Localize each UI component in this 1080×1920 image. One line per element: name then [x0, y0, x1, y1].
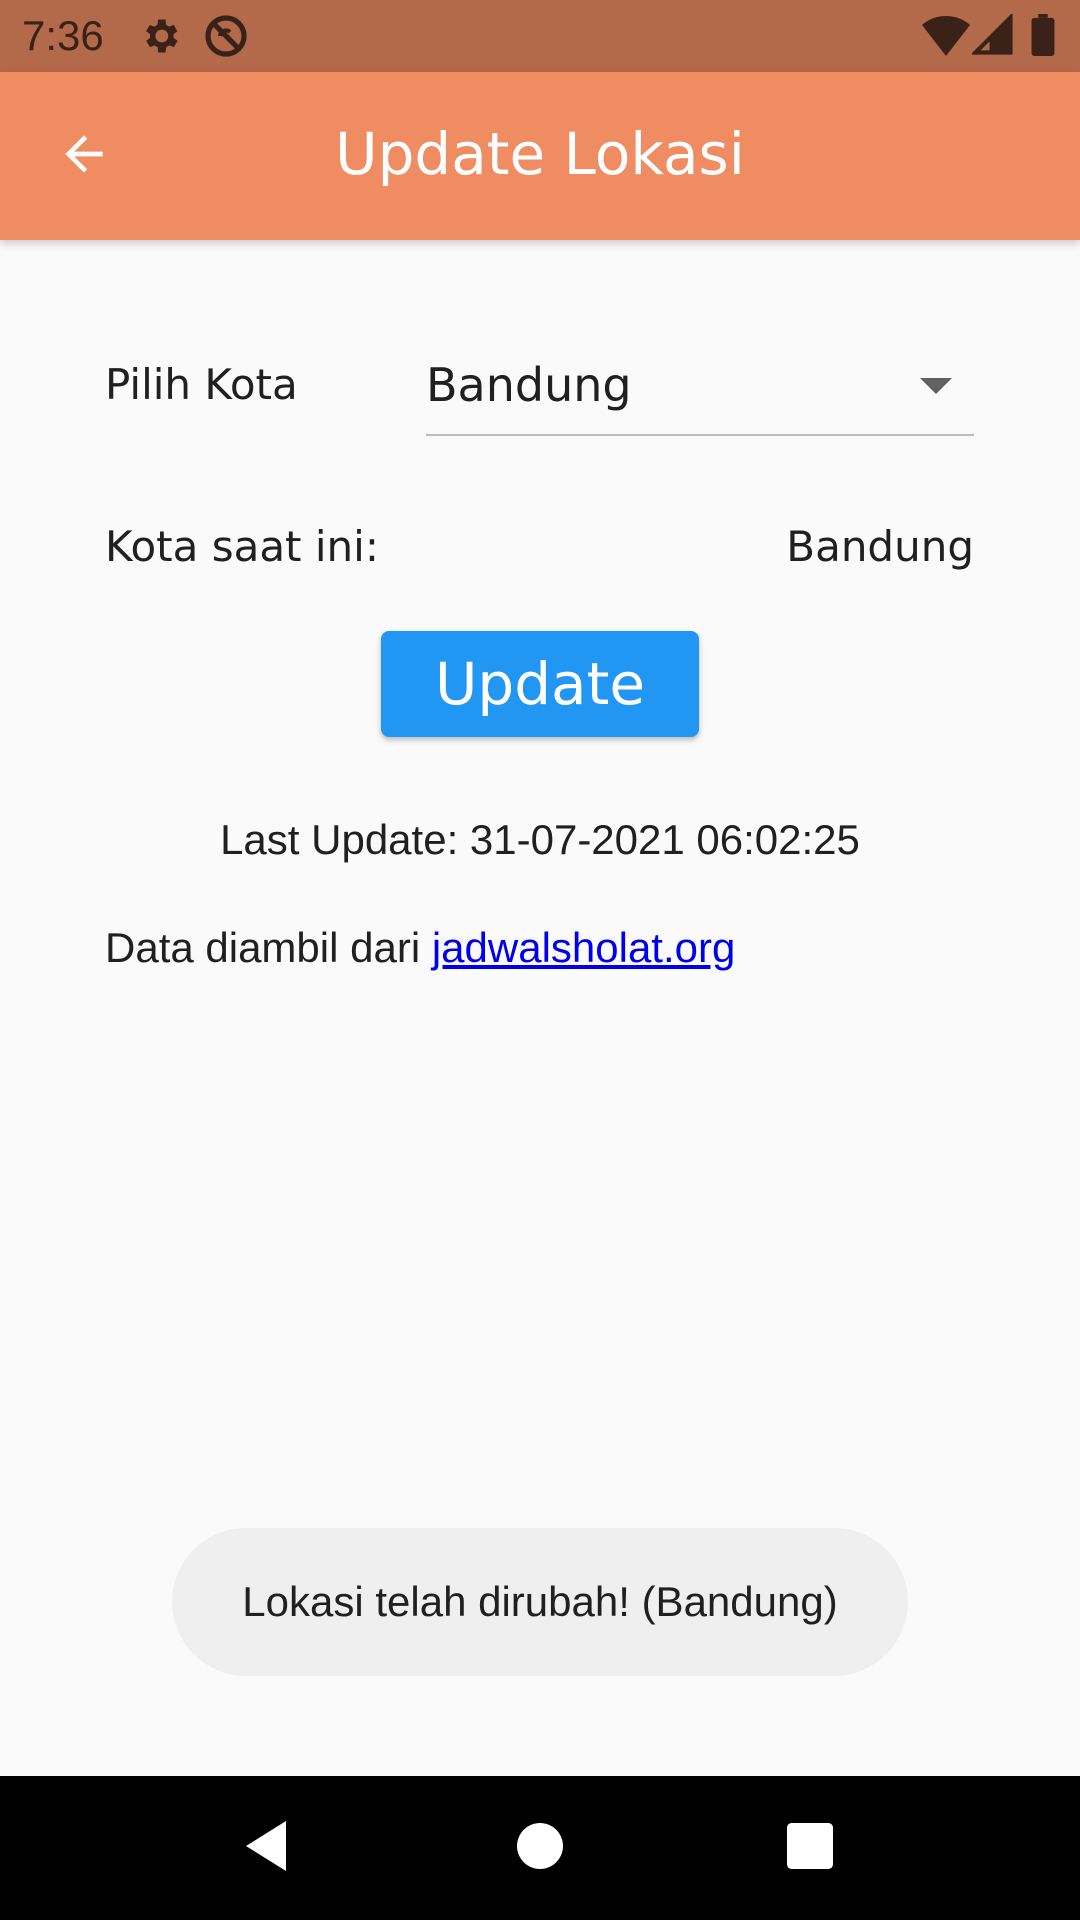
- back-triangle-icon: [241, 1818, 291, 1878]
- data-source-text: Data diambil dari jadwalsholat.org: [105, 924, 735, 972]
- toast-message: Lokasi telah dirubah! (Bandung): [172, 1528, 908, 1676]
- data-source-prefix: Data diambil dari: [105, 924, 421, 971]
- status-time: 7:36: [22, 12, 104, 59]
- recents-square-icon: [787, 1823, 833, 1873]
- data-source-link[interactable]: jadwalsholat.org: [432, 924, 736, 971]
- wifi-icon: [922, 14, 970, 60]
- city-dropdown[interactable]: Bandung: [426, 348, 974, 436]
- city-dropdown-value: Bandung: [426, 358, 632, 412]
- city-select-label: Pilih Kota: [105, 360, 298, 409]
- screen: 7:36 Update Lokasi Pilih Kota Bandung Ko…: [0, 0, 1080, 1920]
- nav-recents-button[interactable]: [760, 1798, 860, 1898]
- last-update-text: Last Update: 31-07-2021 06:02:25: [220, 816, 860, 863]
- current-city-value: Bandung: [786, 522, 974, 571]
- gear-icon: [138, 14, 182, 62]
- battery-icon: [1030, 14, 1056, 60]
- dropdown-arrow-icon: [920, 378, 952, 394]
- nav-back-button[interactable]: [216, 1798, 316, 1898]
- update-button[interactable]: Update: [381, 631, 699, 737]
- no-sync-icon: [202, 12, 250, 64]
- home-circle-icon: [517, 1823, 563, 1873]
- current-city-label: Kota saat ini:: [105, 522, 379, 571]
- status-bar: 7:36: [0, 0, 1080, 72]
- signal-icon: [970, 12, 1014, 60]
- app-bar: Update Lokasi: [0, 72, 1080, 240]
- system-nav-bar: [0, 1776, 1080, 1920]
- page-title: Update Lokasi: [335, 120, 745, 188]
- nav-home-button[interactable]: [490, 1798, 590, 1898]
